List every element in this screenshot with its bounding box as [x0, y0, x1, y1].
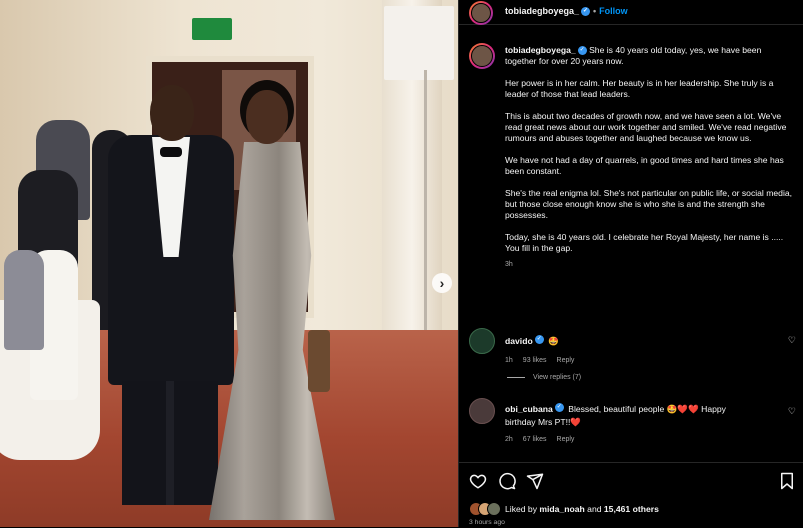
comment-likes[interactable]: 93 likes	[523, 357, 547, 364]
view-replies-link[interactable]: View replies (7)	[507, 374, 581, 381]
liker-avatars	[469, 502, 505, 516]
comment-likes[interactable]: 67 likes	[523, 436, 547, 443]
liked-user[interactable]: mida_noah	[539, 504, 584, 514]
post-actions: Liked by mida_noah and 15,461 others 3 h…	[459, 462, 803, 528]
comment-icon[interactable]	[498, 472, 516, 490]
follow-button[interactable]: Follow	[599, 6, 628, 16]
caption-paragraph: This is about two decades of growth now,…	[505, 111, 787, 143]
caption-paragraph: She's the real enigma lol. She's not par…	[505, 188, 793, 220]
header-username[interactable]: tobiadegboyega_	[505, 6, 579, 16]
verified-badge-icon: ✓	[581, 7, 591, 17]
caption-time: 3h	[505, 261, 513, 268]
author-avatar[interactable]	[469, 1, 493, 25]
liked-prefix: Liked by	[505, 504, 538, 514]
verified-badge-icon: ✓	[577, 46, 587, 56]
post-header: tobiadegboyega_ ✓ • Follow	[459, 0, 803, 25]
comment-meta: 2h 67 likes Reply	[505, 436, 799, 443]
verified-badge-icon: ✓	[554, 403, 564, 413]
comment-time: 2h	[505, 436, 513, 443]
photo-exit-sign	[192, 18, 232, 40]
photo-light-stand	[424, 70, 427, 340]
photo-child	[4, 250, 44, 350]
reply-button[interactable]: Reply	[557, 357, 575, 364]
heart-icon[interactable]	[469, 472, 487, 490]
bookmark-icon[interactable]	[778, 472, 796, 490]
comment-text: 🤩	[548, 336, 559, 346]
instagram-post-view: › tobiadegboyega_ ✓ • Follow tobiadegboyega…	[0, 0, 803, 528]
comment-username[interactable]: obi_cubana	[505, 404, 553, 414]
comment-username[interactable]: davido	[505, 336, 533, 346]
chevron-right-icon[interactable]: ›	[432, 273, 452, 293]
photo-woman-in-gown	[202, 80, 342, 520]
reply-button[interactable]: Reply	[557, 436, 575, 443]
comment-meta: 1h 93 likes Reply	[505, 357, 799, 364]
heart-icon[interactable]: ♡	[788, 406, 796, 417]
separator-dot: •	[593, 6, 597, 16]
share-icon[interactable]	[526, 472, 544, 490]
caption-avatar[interactable]	[469, 43, 495, 69]
comment-time: 1h	[505, 357, 513, 364]
post-details-panel: tobiadegboyega_ ✓ • Follow tobiadegboyega_ ✓…	[458, 0, 803, 528]
liked-by-text: Liked by mida_noah and 15,461 others	[505, 504, 659, 514]
photo-studio-light	[384, 6, 454, 80]
caption-paragraph: Her power is in her calm. Her beauty is …	[505, 78, 774, 99]
liked-count[interactable]: 15,461 others	[604, 504, 659, 514]
verified-badge-icon: ✓	[534, 335, 544, 345]
header-username-row: tobiadegboyega_ ✓ • Follow	[505, 6, 628, 17]
caption-username[interactable]: tobiadegboyega_	[505, 45, 576, 55]
post-photo[interactable]: ›	[0, 0, 458, 527]
heart-icon[interactable]: ♡	[788, 335, 796, 346]
post-caption: tobiadegboyega_ ✓ She is 40 years old tod…	[505, 45, 795, 270]
liked-middle: and	[587, 504, 602, 514]
post-timestamp[interactable]: 3 hours ago	[469, 519, 505, 526]
caption-paragraph: Today, she is 40 years old. I celebrate …	[505, 232, 784, 253]
comment-item: obi_cubana ✓ Blessed, beautiful people 🤩❤…	[469, 402, 799, 443]
view-replies-label: View replies (7)	[533, 374, 582, 381]
caption-paragraph: We have not had a day of quarrels, in go…	[505, 155, 784, 176]
comment-item: davido ✓ 🤩 1h 93 likes Reply	[469, 331, 799, 364]
